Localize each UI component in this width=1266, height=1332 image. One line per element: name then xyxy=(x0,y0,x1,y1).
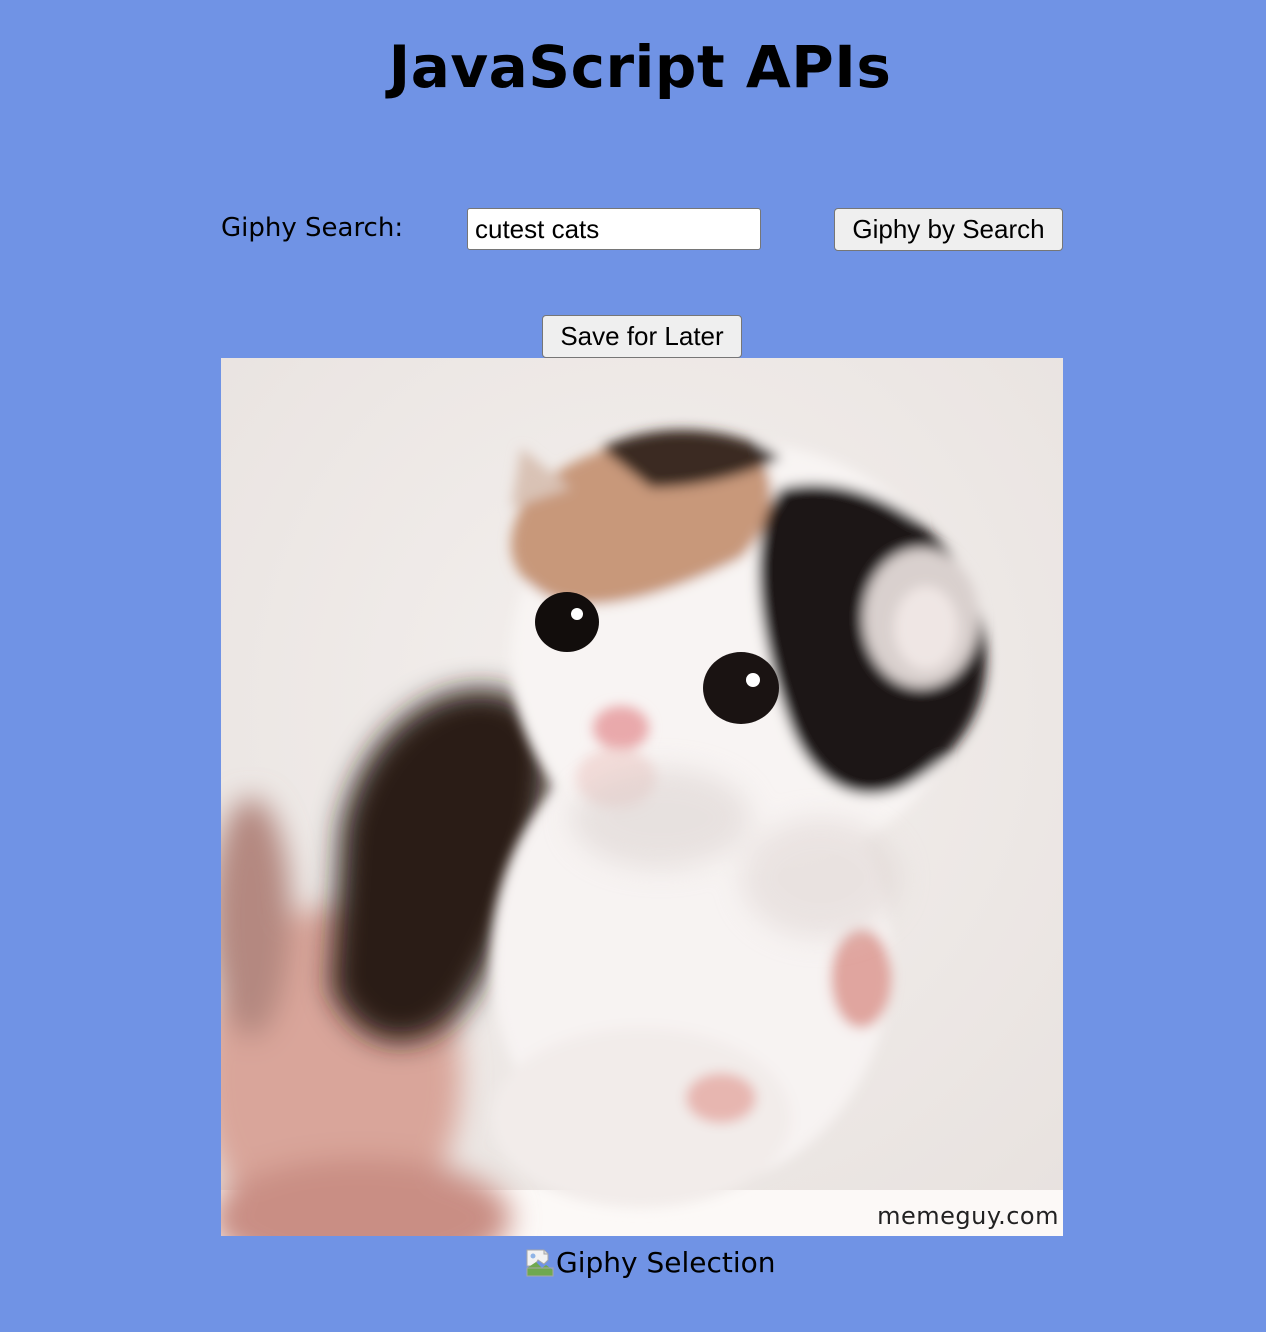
giphy-search-button[interactable]: Giphy by Search xyxy=(834,208,1063,251)
search-label: Giphy Search: xyxy=(221,213,404,243)
kitten-illustration xyxy=(221,358,1063,1236)
giphy-selection-alt-text: Giphy Selection xyxy=(556,1245,776,1279)
save-for-later-button[interactable]: Save for Later xyxy=(542,315,742,358)
page-title: JavaScript APIs xyxy=(388,33,892,101)
giphy-selection-image: Giphy Selection xyxy=(524,1244,776,1280)
gif-image: memeguy.com xyxy=(221,358,1063,1236)
broken-image-icon xyxy=(524,1246,556,1278)
gif-watermark: memeguy.com xyxy=(877,1202,1059,1230)
search-input[interactable] xyxy=(467,208,761,250)
